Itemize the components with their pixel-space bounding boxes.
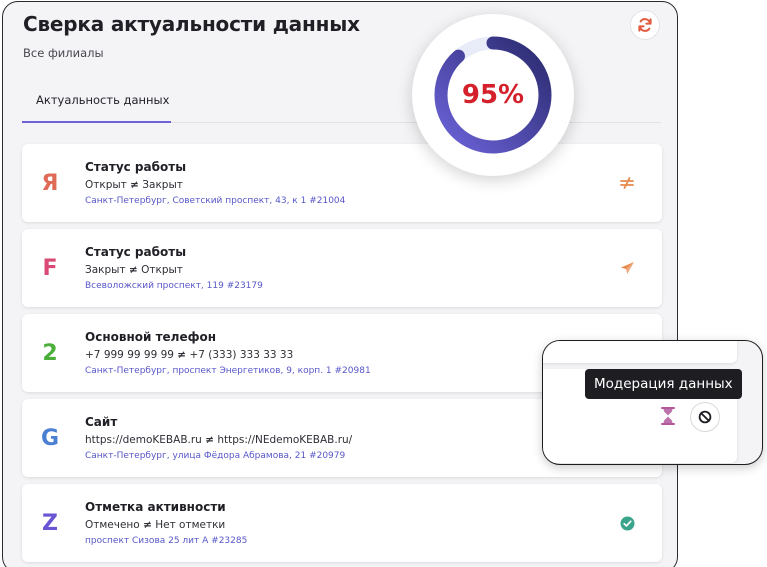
hourglass-icon[interactable] xyxy=(660,407,676,425)
card-compare: Закрыт ≠ Открыт xyxy=(85,264,183,276)
card-address-link[interactable]: Санкт-Петербург, улица Фёдора Абрамова, … xyxy=(85,451,345,461)
block-icon xyxy=(698,410,712,424)
value-right: +7 (333) 333 33 33 xyxy=(189,349,294,361)
card-compare: https://demoKEBAB.ru ≠ https://NEdemoKEB… xyxy=(85,434,352,446)
status-indicator[interactable] xyxy=(618,259,636,277)
card-title: Статус работы xyxy=(85,160,187,174)
tooltip: Модерация данных xyxy=(585,369,742,399)
card-address-link[interactable]: Санкт-Петербург, проспект Энергетиков, 9… xyxy=(85,366,371,376)
not-equal-sign: ≠ xyxy=(143,519,152,531)
page-title: Сверка актуальности данных xyxy=(23,12,360,36)
reject-moderation-button[interactable] xyxy=(690,402,720,432)
source-logo-2gis: 2 xyxy=(42,340,58,366)
data-check-panel: Сверка актуальности данных Все филиалы А… xyxy=(2,1,678,567)
not-equal-sign: ≠ xyxy=(130,179,139,191)
zoom-card-fragment xyxy=(543,341,737,363)
source-logo-google: G xyxy=(40,425,60,451)
not-equal-icon xyxy=(620,177,634,189)
actuality-progress-gauge: 95% xyxy=(412,14,574,176)
value-right: Нет отметки xyxy=(155,519,226,531)
value-left: Отмечено xyxy=(85,519,140,531)
value-left: Открыт xyxy=(85,179,127,191)
refresh-icon xyxy=(638,18,652,32)
card-activity-mark[interactable]: Z Отметка активности Отмечено ≠ Нет отме… xyxy=(22,484,662,562)
card-title: Отметка активности xyxy=(85,500,226,514)
card-compare: Открыт ≠ Закрыт xyxy=(85,179,183,191)
check-circle-icon xyxy=(620,516,634,530)
card-title: Сайт xyxy=(85,415,118,429)
source-logo-zoon: Z xyxy=(42,510,58,536)
card-work-status[interactable]: F Статус работы Закрыт ≠ Открыт Всеволож… xyxy=(22,229,662,307)
card-address-link[interactable]: проспект Сизова 25 лит А #23285 xyxy=(85,536,247,546)
send-icon xyxy=(620,262,634,274)
progress-value: 95% xyxy=(461,80,525,110)
not-equal-sign: ≠ xyxy=(177,349,187,361)
status-indicator[interactable] xyxy=(618,514,636,532)
tab-data-actuality[interactable]: Актуальность данных xyxy=(36,93,169,107)
status-indicator[interactable] xyxy=(618,174,636,192)
card-title: Основной телефон xyxy=(85,330,217,344)
card-address-link[interactable]: Всеволожский проспект, 119 #23179 xyxy=(85,281,263,291)
card-title: Статус работы xyxy=(85,245,187,259)
value-right: Закрыт xyxy=(142,179,183,191)
value-left: https://demoKEBAB.ru xyxy=(85,434,202,446)
source-logo-yandex: Я xyxy=(41,170,59,196)
branch-filter-label: Все филиалы xyxy=(23,46,104,60)
value-left: Закрыт xyxy=(85,264,126,276)
value-right: https://NEdemoKEBAB.ru/ xyxy=(217,434,353,446)
not-equal-sign: ≠ xyxy=(128,264,138,276)
card-compare: Отмечено ≠ Нет отметки xyxy=(85,519,225,531)
source-logo-facebook: F xyxy=(42,255,58,281)
value-right: Открыт xyxy=(141,264,183,276)
zoom-callout: Модерация данных xyxy=(542,340,763,465)
not-equal-sign: ≠ xyxy=(205,434,214,446)
value-left: +7 999 99 99 99 xyxy=(85,349,174,361)
card-compare: +7 999 99 99 99 ≠ +7 (333) 333 33 33 xyxy=(85,349,293,361)
card-address-link[interactable]: Санкт-Петербург, Советский проспект, 43,… xyxy=(85,196,345,206)
tab-active-indicator xyxy=(22,121,171,123)
refresh-button[interactable] xyxy=(630,10,660,40)
